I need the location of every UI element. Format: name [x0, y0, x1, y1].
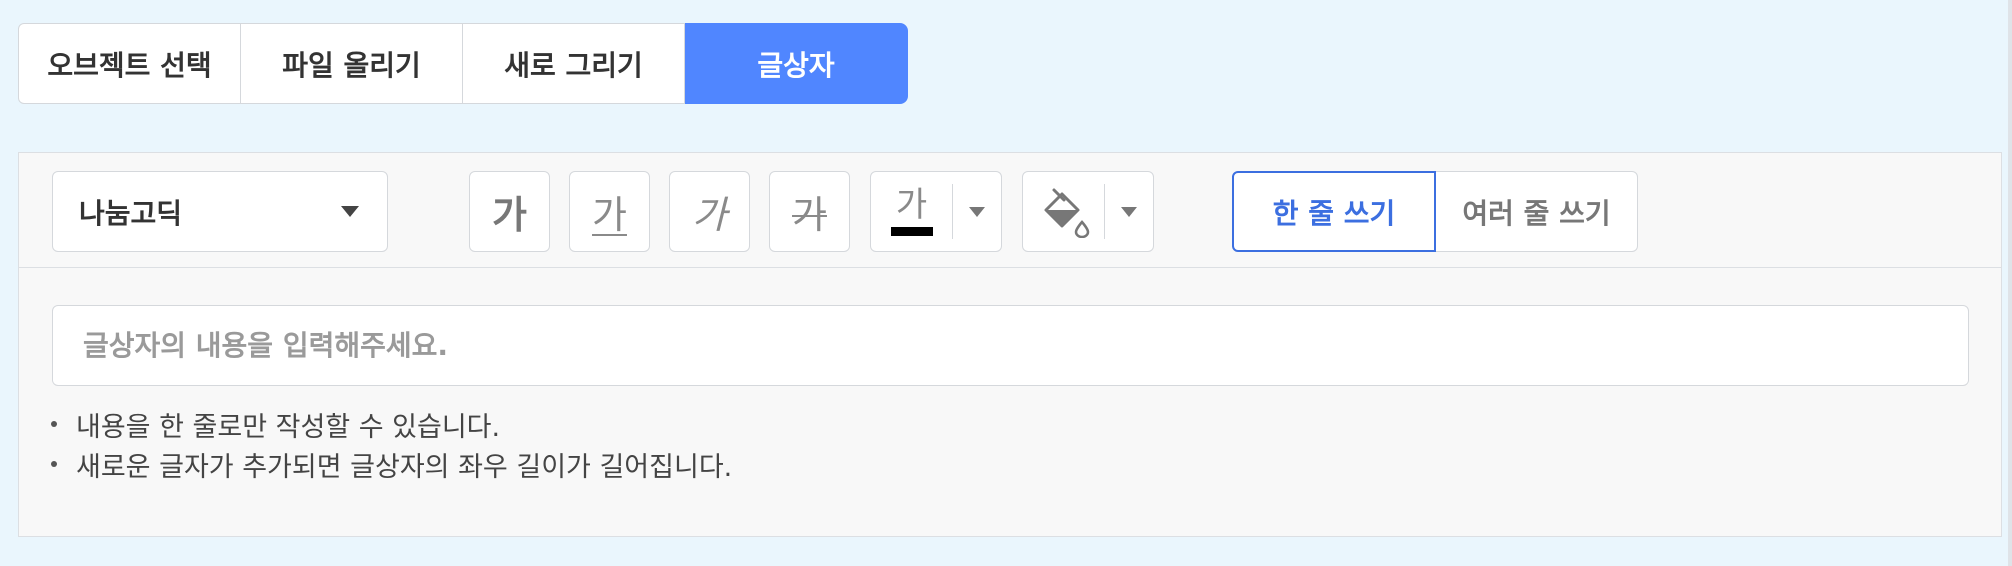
bold-button[interactable]: 가 — [469, 171, 550, 252]
text-color-glyph: 가 — [895, 185, 928, 225]
tab-new-drawing[interactable]: 새로 그리기 — [463, 23, 685, 104]
textbox-panel: 나눔고딕 가 가 가 가 가 한 줄 쓰기 여러 줄 쓰기 글상자의 내용을 입… — [18, 152, 2002, 537]
tab-file-upload[interactable]: 파일 올리기 — [241, 23, 463, 104]
single-line-button[interactable]: 한 줄 쓰기 — [1232, 171, 1436, 252]
multi-line-button[interactable]: 여러 줄 쓰기 — [1436, 171, 1638, 252]
bold-icon: 가 — [492, 193, 527, 237]
font-family-select[interactable]: 나눔고딕 — [52, 171, 388, 252]
strikethrough-button[interactable]: 가 — [769, 171, 850, 252]
text-color-dropdown[interactable] — [953, 172, 1001, 251]
text-color-picker[interactable]: 가 — [870, 171, 1002, 252]
text-color-swatch — [890, 227, 933, 236]
scrollbar-track — [2008, 0, 2012, 566]
tab-textbox[interactable]: 글상자 — [685, 23, 908, 104]
underline-button[interactable]: 가 — [569, 171, 650, 252]
italic-icon: 가 — [692, 193, 727, 237]
italic-button[interactable]: 가 — [669, 171, 750, 252]
underline-icon: 가 — [592, 193, 627, 237]
chevron-down-icon — [341, 206, 359, 217]
strikethrough-icon: 가 — [792, 193, 827, 237]
tab-object-select[interactable]: 오브젝트 선택 — [18, 23, 241, 104]
text-color-icon: 가 — [871, 184, 953, 239]
mode-tabs: 오브젝트 선택 파일 올리기 새로 그리기 글상자 — [18, 23, 908, 104]
help-note: 내용을 한 줄로만 작성할 수 있습니다. — [49, 408, 732, 448]
chevron-down-icon — [1121, 206, 1137, 217]
line-mode-toggle: 한 줄 쓰기 여러 줄 쓰기 — [1232, 171, 1638, 252]
font-family-value: 나눔고딕 — [79, 196, 183, 230]
text-toolbar: 나눔고딕 가 가 가 가 가 한 줄 쓰기 여러 줄 쓰기 — [19, 153, 2001, 268]
help-note: 새로운 글자가 추가되면 글상자의 좌우 길이가 길어집니다. — [49, 448, 732, 488]
textbox-content-input[interactable] — [52, 305, 1969, 386]
fill-color-picker[interactable] — [1022, 171, 1154, 252]
chevron-down-icon — [969, 206, 985, 217]
paint-bucket-icon — [1023, 184, 1105, 239]
fill-color-dropdown[interactable] — [1105, 172, 1153, 251]
help-notes: 내용을 한 줄로만 작성할 수 있습니다. 새로운 글자가 추가되면 글상자의 … — [49, 408, 732, 488]
